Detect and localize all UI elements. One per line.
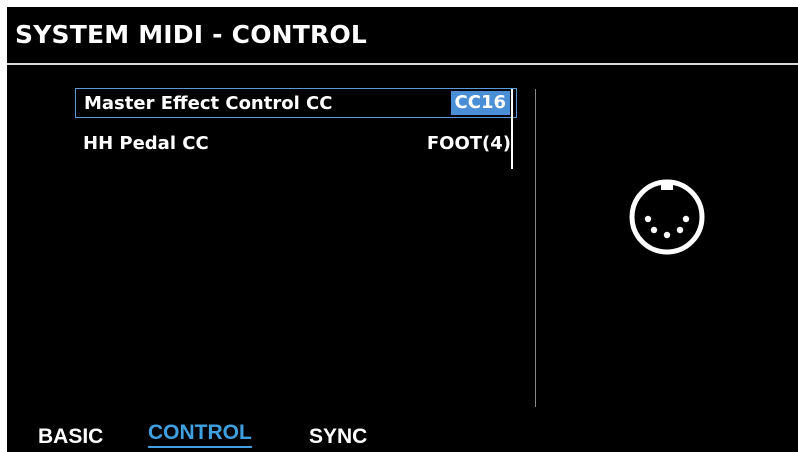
page-title: SYSTEM MIDI - CONTROL xyxy=(15,20,368,49)
tab-control[interactable]: CONTROL xyxy=(148,421,252,448)
param-value[interactable]: FOOT(4) xyxy=(427,129,511,159)
param-label: Master Effect Control CC xyxy=(84,93,333,114)
panel-divider xyxy=(535,89,536,407)
title-divider xyxy=(7,63,798,65)
param-row-master-effect-control-cc[interactable]: Master Effect Control CC CC16 xyxy=(75,88,517,118)
tab-bar: BASIC CONTROL SYNC xyxy=(7,417,798,452)
value-cursor xyxy=(511,89,513,169)
param-value[interactable]: CC16 xyxy=(450,91,510,115)
param-label: HH Pedal CC xyxy=(83,133,209,154)
tab-sync[interactable]: SYNC xyxy=(309,425,367,449)
device-screen: SYSTEM MIDI - CONTROL Master Effect Cont… xyxy=(7,7,798,452)
midi-connector-icon xyxy=(629,179,705,255)
tab-basic[interactable]: BASIC xyxy=(38,425,103,449)
param-row-hh-pedal-cc[interactable]: HH Pedal CC FOOT(4) xyxy=(75,129,517,159)
